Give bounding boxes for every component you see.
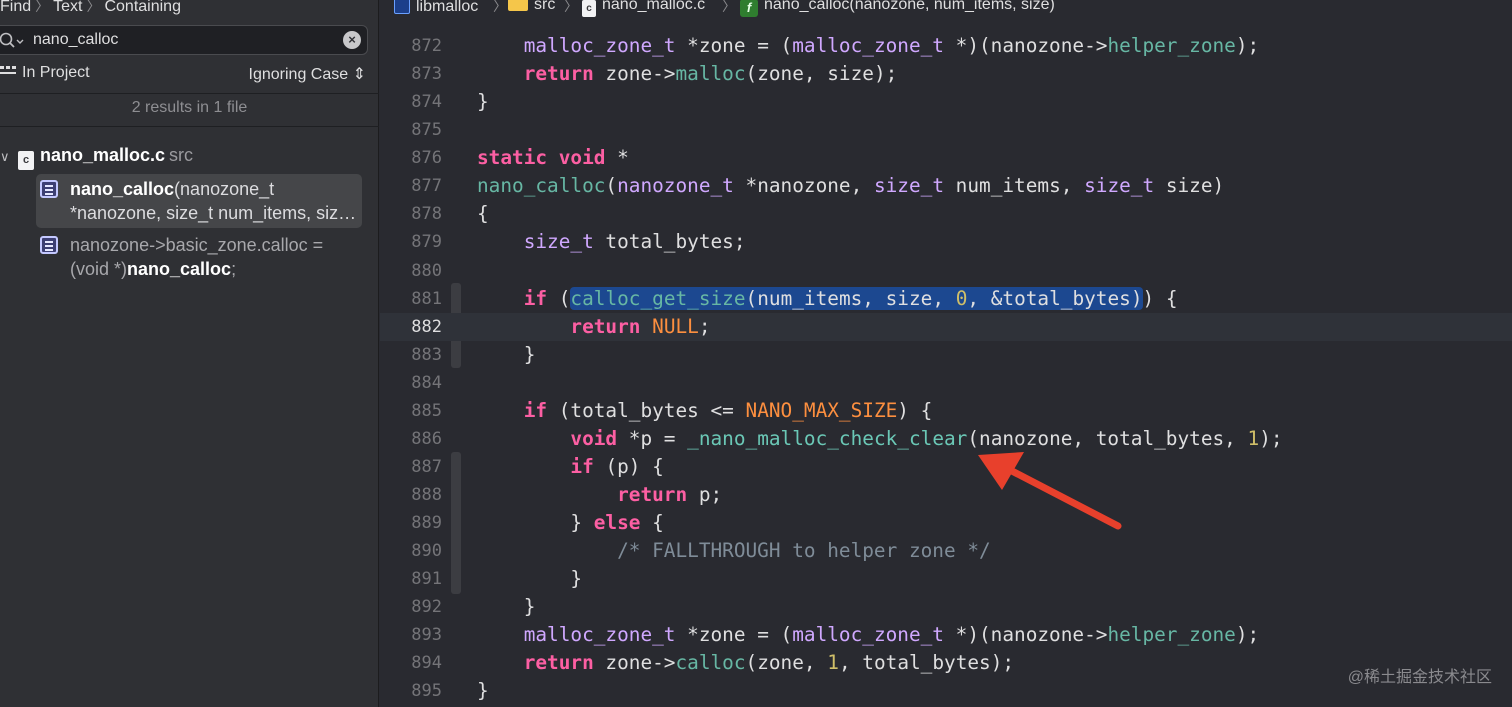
code-line: 872 malloc_zone_t *zone = (malloc_zone_t… <box>380 32 1512 60</box>
chevron-right-icon: 〉 <box>722 0 736 14</box>
jumpbar-project[interactable]: libmalloc <box>394 0 478 16</box>
code-line: 879 size_t total_bytes; <box>380 228 1512 256</box>
code-line: 894 return zone->calloc(zone, 1, total_b… <box>380 649 1512 677</box>
line-number: 879 <box>411 232 442 253</box>
line-number: 874 <box>411 92 442 113</box>
code-line: 887 if (p) { <box>380 453 1512 481</box>
scope-label: In Project <box>22 64 90 82</box>
jumpbar-folder-label: src <box>534 0 556 13</box>
line-number: 872 <box>411 36 442 56</box>
code-line: 875 <box>380 116 1512 144</box>
code-line: 881 if (calloc_get_size(num_items, size,… <box>380 285 1512 313</box>
chevron-right-icon: 〉 <box>493 0 507 14</box>
code-line: 884 <box>380 369 1512 397</box>
code-line: 883 } <box>380 341 1512 369</box>
code-line: 877 nano_calloc(nanozone_t *nanozone, siz… <box>380 172 1512 200</box>
search-icon[interactable] <box>0 32 25 55</box>
code-line: 889 } else { <box>380 509 1512 537</box>
line-number: 892 <box>411 597 442 618</box>
code-line: 876 static void * <box>380 144 1512 172</box>
code-line: 880 <box>380 257 1512 285</box>
line-number: 881 <box>411 288 442 309</box>
search-result-item[interactable]: nano_calloc(nanozone_t *nanozone, size_t… <box>36 174 362 228</box>
code-line-current: 882 return NULL; <box>380 312 1512 341</box>
code-line: 885 if (total_bytes <= NANO_MAX_SIZE) { <box>380 397 1512 425</box>
line-number: 876 <box>411 148 442 169</box>
result-file-name: nano_malloc.c <box>40 145 166 165</box>
line-number: 891 <box>411 569 442 590</box>
case-sensitivity-popup[interactable]: Ignoring Case ⇕ <box>249 64 366 84</box>
divider <box>0 93 379 94</box>
line-number: 894 <box>411 653 442 674</box>
divider <box>0 126 379 127</box>
code-line: 873 return zone->malloc(zone, size); <box>380 60 1512 88</box>
code-line: 891 } <box>380 565 1512 593</box>
find-mode-breadcrumb[interactable]: Find 〉 Text 〉 Containing <box>0 0 181 18</box>
code-line: 874} <box>380 88 1512 116</box>
jumpbar-file[interactable]: c nano_malloc.c <box>582 0 705 17</box>
line-number: 875 <box>411 120 442 141</box>
code-line: 878{ <box>380 200 1512 228</box>
c-file-icon: c <box>582 0 596 17</box>
line-number: 887 <box>411 456 442 477</box>
line-number: 883 <box>411 344 442 365</box>
clear-search-icon[interactable]: × <box>343 31 361 49</box>
case-label: Ignoring Case <box>248 66 349 83</box>
jumpbar-folder[interactable]: src <box>508 0 555 14</box>
watermark: @稀土掘金技术社区 <box>1347 669 1492 686</box>
code-line: 886 void *p = _nano_malloc_check_clear(n… <box>380 425 1512 453</box>
line-number: 873 <box>411 64 442 85</box>
jump-bar: libmalloc 〉 src 〉 c nano_malloc.c 〉 f nano… <box>380 0 1512 20</box>
jumpbar-symbol[interactable]: f nano_calloc(nanozone, num_items, size) <box>740 0 1055 17</box>
text-line-icon <box>40 236 58 254</box>
search-field[interactable]: nano_calloc × <box>0 25 368 55</box>
list-icon <box>0 64 18 82</box>
text-line-icon <box>40 180 58 198</box>
source-editor[interactable]: 872 malloc_zone_t *zone = (malloc_zone_t… <box>380 32 1512 706</box>
match-context: ; <box>231 259 237 279</box>
code-line: 893 malloc_zone_t *zone = (malloc_zone_t… <box>380 621 1512 649</box>
line-number: 882 <box>411 316 442 337</box>
line-number: 885 <box>411 400 442 421</box>
chevron-right-icon: 〉 <box>35 0 50 14</box>
search-result-item[interactable]: nanozone->basic_zone.calloc = (void *)na… <box>36 230 362 284</box>
result-file-row[interactable]: ∨ c nano_malloc.c src <box>0 145 193 170</box>
find-mode-text[interactable]: Text <box>53 0 82 16</box>
code-line: 890 /* FALLTHROUGH to helper zone */ <box>380 537 1512 565</box>
folder-icon <box>508 0 528 11</box>
updown-chevron-icon: ⇕ <box>352 66 366 83</box>
line-number: 890 <box>411 541 442 562</box>
line-number: 877 <box>411 176 442 197</box>
disclosure-chevron-icon[interactable]: ∨ <box>0 149 18 165</box>
code-line: 888 return p; <box>380 481 1512 509</box>
results-summary: 2 results in 1 file <box>131 99 248 116</box>
text-selection[interactable]: calloc_get_size(num_items, size, 0, &tot… <box>570 286 1143 310</box>
find-mode-find[interactable]: Find <box>0 0 31 16</box>
line-number: 888 <box>411 485 442 505</box>
chevron-right-icon: 〉 <box>564 0 578 14</box>
line-number: 895 <box>411 681 442 702</box>
find-mode-containing[interactable]: Containing <box>104 0 181 16</box>
line-number: 878 <box>411 204 442 225</box>
c-file-icon: c <box>18 151 34 170</box>
match-highlight: nano_calloc <box>127 259 232 279</box>
function-icon: f <box>740 0 758 17</box>
code-line: 892 } <box>380 593 1512 621</box>
line-number: 893 <box>411 625 442 646</box>
line-number: 884 <box>411 372 442 393</box>
line-number: 886 <box>411 428 442 449</box>
search-input[interactable]: nano_calloc <box>33 31 118 49</box>
find-navigator: Find 〉 Text 〉 Containing nano_calloc × In Pr… <box>0 0 379 707</box>
code-line: 895} <box>380 677 1512 705</box>
project-icon <box>394 0 410 14</box>
jumpbar-project-label: libmalloc <box>416 0 479 15</box>
jumpbar-symbol-label: nano_calloc(nanozone, num_items, size) <box>764 0 1055 13</box>
jumpbar-file-label: nano_malloc.c <box>602 0 706 13</box>
line-number: 880 <box>411 260 442 281</box>
scope-selector[interactable]: In Project <box>0 64 90 82</box>
match-highlight: nano_calloc <box>70 179 175 199</box>
line-number: 889 <box>411 513 442 534</box>
chevron-right-icon: 〉 <box>86 0 101 14</box>
result-file-dir: src <box>169 145 194 165</box>
